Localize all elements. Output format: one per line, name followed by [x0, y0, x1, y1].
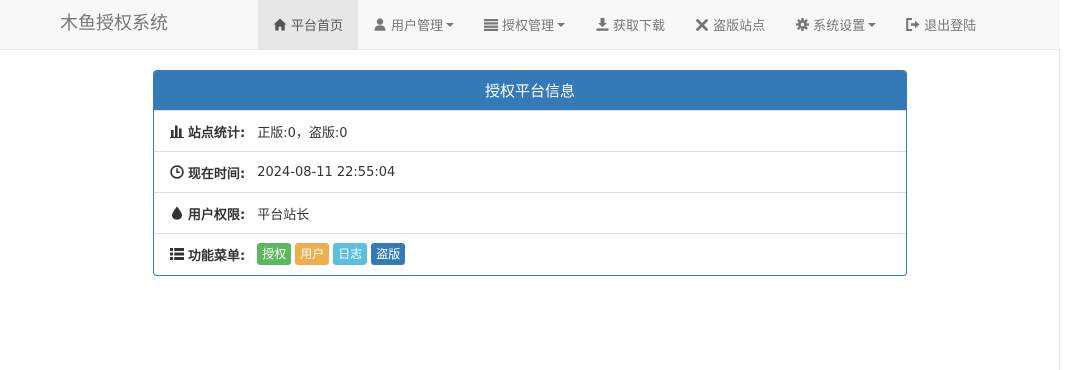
menu-badges: 授权 用户 日志 盗版 — [257, 243, 406, 265]
nav-item-settings[interactable]: 系统设置 — [780, 0, 891, 49]
nav-item-label: 授权管理 — [502, 19, 555, 34]
row-label: 功能菜单: — [188, 248, 246, 264]
row-value: 2024-08-11 22:55:04 — [257, 164, 396, 180]
info-row-user-permission: 用户权限: 平台站长 — [154, 192, 906, 233]
chevron-down-icon — [868, 22, 877, 27]
row-label: 现在时间: — [188, 166, 246, 182]
brand-title[interactable]: 木鱼授权系统 — [60, 14, 168, 34]
menu-list-icon — [170, 247, 184, 261]
chevron-down-icon — [446, 22, 455, 27]
list-icon — [484, 18, 499, 32]
panel-title: 授权平台信息 — [154, 71, 906, 110]
row-label: 用户权限: — [188, 207, 246, 223]
close-icon — [695, 18, 709, 32]
nav-item-label: 退出登陆 — [924, 19, 977, 34]
info-row-function-menu: 功能菜单: 授权 用户 日志 盗版 — [154, 233, 906, 274]
clock-icon — [170, 165, 184, 179]
row-value: 平台站长 — [257, 207, 310, 223]
info-row-current-time: 现在时间: 2024-08-11 22:55:04 — [154, 151, 906, 192]
badge-pirate[interactable]: 盗版 — [371, 243, 406, 265]
user-icon — [373, 18, 387, 32]
nav-item-label: 获取下载 — [613, 19, 666, 34]
drop-icon — [170, 206, 184, 220]
gear-icon — [795, 18, 809, 32]
stats-icon — [170, 124, 184, 138]
nav-item-label: 用户管理 — [391, 19, 444, 34]
download-icon — [595, 18, 609, 32]
navbar: 木鱼授权系统 平台首页 用户管理 授权管理 获取下载 盗版站点 系统设置 退出登… — [0, 0, 1060, 50]
badge-logs[interactable]: 日志 — [333, 243, 368, 265]
nav-item-download[interactable]: 获取下载 — [580, 0, 680, 49]
nav-item-label: 盗版站点 — [713, 19, 766, 34]
nav-item-label: 平台首页 — [291, 19, 344, 34]
nav-item-auth[interactable]: 授权管理 — [469, 0, 580, 49]
nav-item-home[interactable]: 平台首页 — [258, 0, 359, 49]
badge-auth[interactable]: 授权 — [257, 243, 292, 265]
row-label: 站点统计: — [188, 125, 246, 141]
main-nav: 平台首页 用户管理 授权管理 获取下载 盗版站点 系统设置 退出登陆 — [258, 0, 991, 49]
nav-item-pirate-sites[interactable]: 盗版站点 — [680, 0, 780, 49]
logout-icon — [906, 18, 920, 32]
platform-info-panel: 授权平台信息 站点统计: 正版:0，盗版:0 现在时间: 2024-08-11 … — [153, 70, 907, 276]
info-row-site-stats: 站点统计: 正版:0，盗版:0 — [154, 110, 906, 151]
nav-item-users[interactable]: 用户管理 — [358, 0, 469, 49]
nav-item-logout[interactable]: 退出登陆 — [891, 0, 991, 49]
chevron-down-icon — [557, 22, 566, 27]
row-value: 正版:0，盗版:0 — [257, 125, 348, 141]
badge-users[interactable]: 用户 — [295, 243, 330, 265]
page: 木鱼授权系统 平台首页 用户管理 授权管理 获取下载 盗版站点 系统设置 退出登… — [0, 0, 1060, 370]
home-icon — [273, 18, 287, 32]
nav-item-label: 系统设置 — [813, 19, 866, 34]
